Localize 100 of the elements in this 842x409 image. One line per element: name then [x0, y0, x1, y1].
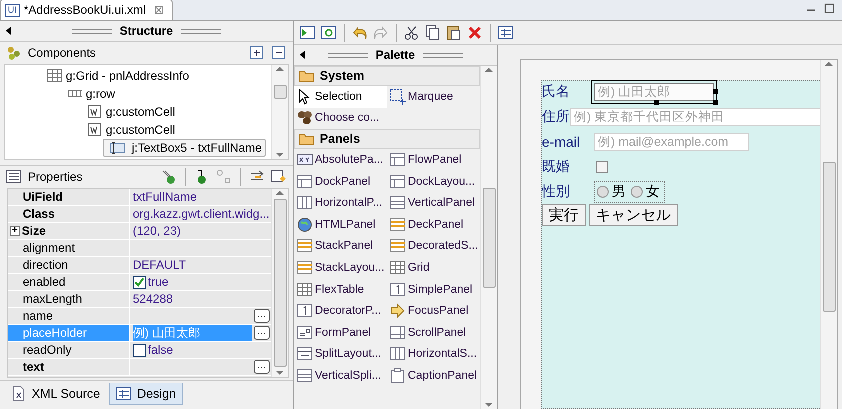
property-name: enabled: [8, 274, 130, 290]
delete-icon[interactable]: [467, 24, 483, 40]
palette-item[interactable]: VerticalSpli...: [294, 365, 387, 387]
palette-item[interactable]: DockPanel: [294, 170, 387, 192]
palette-item[interactable]: HTMLPanel: [294, 214, 387, 236]
editor-mode-tab[interactable]: Design: [109, 383, 184, 405]
collapse-arrow-icon[interactable]: [6, 27, 11, 35]
palette-item[interactable]: HorizontalS...: [387, 344, 480, 366]
field-label: 性別: [542, 183, 571, 201]
property-value: 例) 山田太郎: [133, 325, 252, 341]
palette-item[interactable]: FocusPanel: [387, 300, 480, 322]
caption-panel-icon: [390, 368, 406, 384]
palette-item[interactable]: Marquee: [387, 86, 480, 108]
property-value: (120, 23): [133, 223, 182, 239]
palette-item[interactable]: StackPanel: [294, 236, 387, 258]
collapse-all-icon[interactable]: [271, 45, 287, 61]
editor-mode-tab[interactable]: XML Source: [4, 383, 108, 405]
copy-icon[interactable]: [425, 24, 441, 40]
layout-panel-icon: [390, 195, 406, 212]
layout-panel-icon: [297, 195, 313, 212]
expand-all-icon[interactable]: [249, 45, 265, 61]
palette-item[interactable]: SimplePanel: [387, 278, 480, 300]
tree-item[interactable]: g:Grid - pnlAddressInfo: [43, 67, 194, 85]
tree-item[interactable]: j:TextBox5 - txtFullName: [103, 139, 266, 157]
expand-toggle[interactable]: +: [10, 226, 20, 236]
scrollbar[interactable]: [271, 189, 288, 377]
scrollbar[interactable]: [480, 66, 497, 409]
components-title: Components: [28, 46, 98, 60]
arrow-icon: [390, 303, 406, 320]
palette-item[interactable]: DecoratedS...: [387, 236, 480, 258]
maximize-icon[interactable]: [824, 3, 836, 15]
palette-item[interactable]: CaptionPanel: [387, 365, 480, 387]
palette-category[interactable]: Panels: [294, 129, 480, 150]
field-label: 住所: [542, 108, 570, 126]
run-icon[interactable]: [300, 24, 316, 40]
palette-item[interactable]: Choose co...: [294, 108, 387, 130]
layout-panel-icon: [390, 174, 406, 190]
undo-icon[interactable]: [352, 24, 368, 40]
properties-icon: [6, 169, 22, 185]
ellipsis-button[interactable]: ···: [254, 360, 270, 374]
palette-item[interactable]: DeckPanel: [387, 214, 480, 236]
panel-icon: [297, 303, 313, 320]
cut-icon[interactable]: [404, 24, 420, 40]
palette-item[interactable]: SplitLayout...: [294, 344, 387, 366]
design-icon: [116, 386, 132, 402]
palette-item[interactable]: FlowPanel: [387, 149, 480, 171]
palette-category[interactable]: System: [294, 66, 480, 86]
paste-icon[interactable]: [446, 24, 462, 40]
property-name: name: [8, 308, 130, 324]
checkbox[interactable]: [596, 161, 608, 173]
layout-icon[interactable]: [498, 24, 514, 40]
checkbox[interactable]: [133, 276, 146, 288]
scrollbar[interactable]: [271, 65, 288, 159]
ellipsis-button[interactable]: ···: [254, 309, 270, 323]
radio-label: 女: [646, 183, 660, 201]
palette-item[interactable]: FlexTable: [294, 278, 387, 300]
beans-icon: [297, 110, 313, 126]
default-values-icon[interactable]: [271, 169, 287, 185]
palette-item[interactable]: VerticalPanel: [387, 192, 480, 214]
ellipsis-button[interactable]: ···: [254, 326, 270, 340]
collapse-arrow-icon[interactable]: [300, 51, 305, 59]
property-name: readOnly: [8, 342, 130, 358]
form-button[interactable]: キャンセル: [589, 204, 678, 226]
palette-item[interactable]: DecoratorP...: [294, 300, 387, 322]
palette-item[interactable]: Grid: [387, 257, 480, 279]
close-button[interactable]: ⊠: [154, 3, 164, 17]
tree-item[interactable]: g:row: [63, 85, 120, 103]
text-field[interactable]: 例) 山田太郎: [594, 83, 714, 101]
split-panel-icon: [297, 346, 313, 362]
palette-item[interactable]: Selection: [294, 86, 387, 108]
palette-item[interactable]: StackLayou...: [294, 257, 387, 279]
property-name: text: [8, 359, 130, 375]
stack-panel-icon: [297, 238, 313, 254]
form-button[interactable]: 実行: [542, 204, 586, 226]
field-label: 既婚: [542, 158, 571, 176]
scrollbar[interactable]: [820, 60, 837, 409]
tree-item[interactable]: g:customCell: [83, 121, 180, 139]
palette-item[interactable]: HorizontalP...: [294, 192, 387, 214]
components-icon: [6, 45, 22, 61]
palette-item[interactable]: FormPanel: [294, 322, 387, 344]
palette-item[interactable]: ScrollPanel: [387, 322, 480, 344]
property-name: direction: [8, 257, 130, 273]
property-name: + Size: [8, 223, 130, 239]
radio-button[interactable]: [597, 186, 609, 198]
palette-item[interactable]: AbsolutePa...: [294, 149, 387, 171]
properties-title: Properties: [28, 170, 84, 184]
table-icon: [297, 282, 313, 298]
stack-panel-icon: [390, 216, 406, 233]
refresh-icon[interactable]: [321, 24, 337, 40]
editor-tab[interactable]: UI *AddressBookUi.ui.xml ⊠: [0, 0, 174, 20]
radio-button[interactable]: [631, 186, 643, 198]
palette-title: Palette: [376, 48, 416, 62]
checkbox[interactable]: [133, 344, 146, 356]
palette-item[interactable]: DockLayou...: [387, 170, 480, 192]
property-value: txtFullName: [133, 189, 198, 205]
pointer-icon: [297, 88, 313, 105]
field-label: e-mail: [542, 134, 582, 150]
tree-item[interactable]: g:customCell: [83, 103, 180, 121]
structure-title: Structure: [120, 24, 174, 38]
property-name: maxLength: [8, 291, 130, 307]
